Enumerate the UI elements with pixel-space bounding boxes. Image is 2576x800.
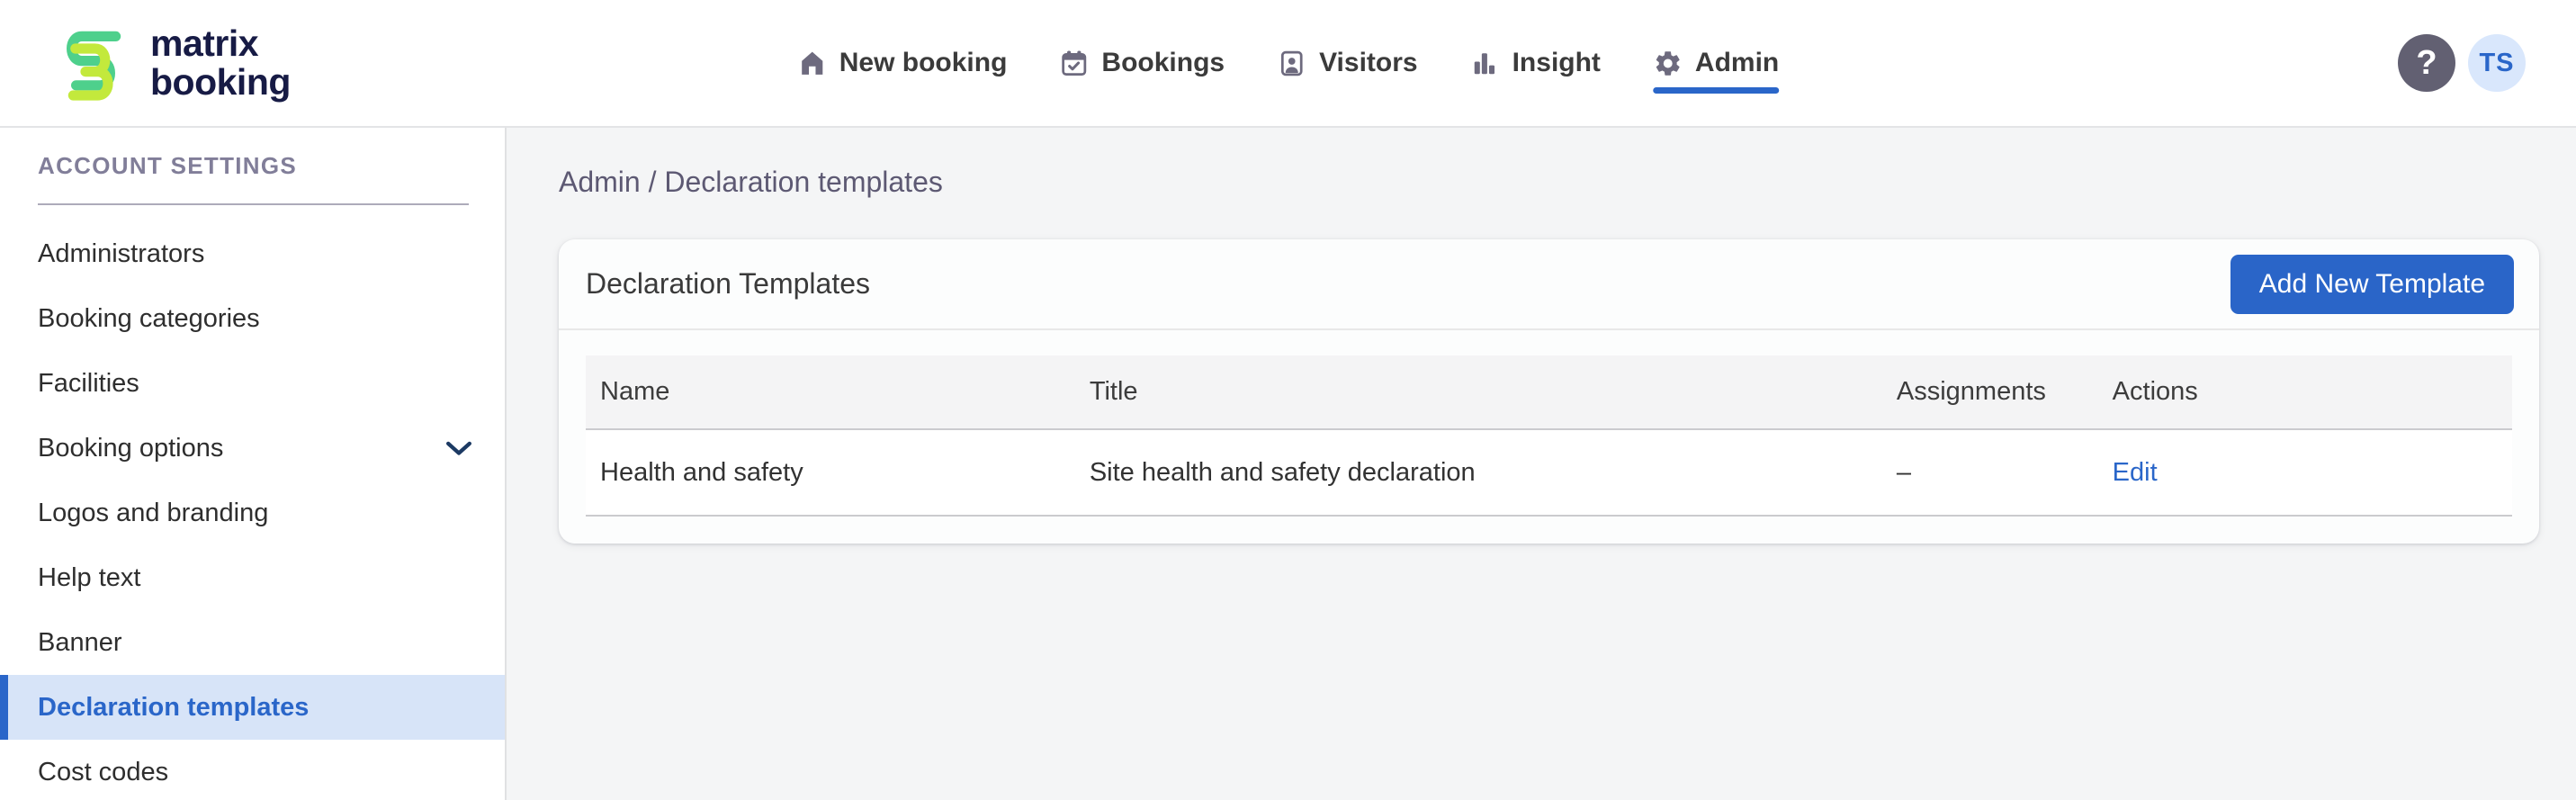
nav-item-visitors[interactable]: Visitors <box>1277 0 1418 126</box>
card-header: Declaration Templates Add New Template <box>559 239 2539 330</box>
gear-icon <box>1656 50 1680 76</box>
sidebar-item-booking-categories[interactable]: Booking categories <box>0 286 505 351</box>
column-header-name: Name <box>586 355 1075 430</box>
sidebar-item-label: Booking options <box>38 433 224 463</box>
cell-assignments: – <box>1881 429 2098 517</box>
nav-item-bookings[interactable]: Bookings <box>1059 0 1225 126</box>
avatar[interactable]: TS <box>2468 34 2526 92</box>
sidebar-item-label: Facilities <box>38 368 139 398</box>
main-content: Admin / Declaration templates Declaratio… <box>508 128 2576 800</box>
sidebar-item-label: Cost codes <box>38 757 169 787</box>
app-root: matrix booking New booking Bookings Visi… <box>0 0 2576 800</box>
sidebar-item-banner[interactable]: Banner <box>0 610 505 675</box>
logo-wordmark: matrix booking <box>150 24 291 102</box>
calendar-check-icon <box>1062 49 1087 76</box>
breadcrumb-separator: / <box>640 166 665 198</box>
templates-table: Name Title Assignments Actions Health an… <box>586 355 2512 517</box>
help-button[interactable]: ? <box>2398 34 2455 92</box>
column-header-actions: Actions <box>2097 355 2512 430</box>
table-row: Health and safety Site health and safety… <box>586 429 2512 517</box>
visitor-badge-icon <box>1280 50 1303 76</box>
sidebar: ACCOUNT SETTINGS Administrators Booking … <box>0 128 507 800</box>
sidebar-item-help-text[interactable]: Help text <box>0 545 505 610</box>
nav-label: New booking <box>839 48 1008 77</box>
nav-label: Insight <box>1512 48 1601 77</box>
templates-table-wrap: Name Title Assignments Actions Health an… <box>559 330 2539 544</box>
house-icon <box>801 51 822 75</box>
nav-item-new-booking[interactable]: New booking <box>797 0 1008 126</box>
matrix-booking-logo[interactable]: matrix booking <box>49 20 291 106</box>
sidebar-item-label: Logos and branding <box>38 498 269 527</box>
nav-label: Admin <box>1694 48 1780 77</box>
matrix-booking-logo-icon <box>67 31 121 101</box>
breadcrumb-admin[interactable]: Admin <box>559 166 641 198</box>
breadcrumb-current: Declaration templates <box>664 166 943 198</box>
sidebar-item-administrators[interactable]: Administrators <box>0 221 505 286</box>
top-header: matrix booking New booking Bookings Visi… <box>0 0 2576 128</box>
sidebar-item-label: Help text <box>38 562 141 592</box>
nav-item-admin[interactable]: Admin <box>1652 0 1780 126</box>
sidebar-divider <box>38 203 469 205</box>
logo-line2: booking <box>150 61 291 103</box>
sidebar-item-cost-codes[interactable]: Cost codes <box>0 740 505 800</box>
edit-link[interactable]: Edit <box>2113 458 2158 487</box>
column-header-assignments: Assignments <box>1881 355 2098 430</box>
table-header-row: Name Title Assignments Actions <box>586 355 2512 430</box>
bar-chart-icon <box>1475 52 1495 74</box>
sidebar-section-title: ACCOUNT SETTINGS <box>38 152 298 179</box>
declaration-templates-card: Declaration Templates Add New Template N… <box>559 239 2539 544</box>
chevron-down-icon <box>446 441 471 455</box>
sidebar-item-logos-and-branding[interactable]: Logos and branding <box>0 481 505 545</box>
add-new-template-button[interactable]: Add New Template <box>2230 254 2514 314</box>
nav-label: Visitors <box>1319 48 1418 77</box>
sidebar-nav: Administrators Booking categories Facili… <box>0 221 505 800</box>
card-title: Declaration Templates <box>586 267 871 300</box>
header-right-cluster: ? TS <box>2398 34 2526 92</box>
primary-nav: New booking Bookings Visitors Insight Ad… <box>797 0 1780 126</box>
breadcrumb: Admin / Declaration templates <box>559 166 2539 198</box>
cell-name: Health and safety <box>586 429 1075 517</box>
sidebar-item-booking-options[interactable]: Booking options <box>0 416 505 481</box>
sidebar-item-label: Booking categories <box>38 303 260 333</box>
sidebar-item-label: Declaration templates <box>38 692 310 722</box>
sidebar-item-label: Administrators <box>38 238 205 268</box>
sidebar-item-facilities[interactable]: Facilities <box>0 351 505 416</box>
cell-title: Site health and safety declaration <box>1074 429 1882 517</box>
sidebar-item-label: Banner <box>38 627 122 657</box>
sidebar-item-declaration-templates[interactable]: Declaration templates <box>0 675 505 740</box>
column-header-title: Title <box>1074 355 1882 430</box>
nav-label: Bookings <box>1101 48 1225 77</box>
logo-line1: matrix <box>150 22 259 64</box>
nav-item-insight[interactable]: Insight <box>1470 0 1601 126</box>
